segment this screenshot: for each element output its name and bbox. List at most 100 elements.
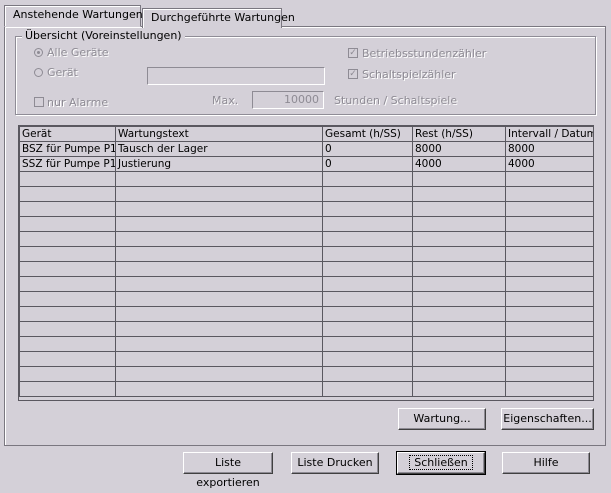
table-cell-empty [19,186,116,202]
table-cell-empty [115,261,323,277]
col-header-interval[interactable]: Intervall / Datum [505,126,593,142]
print-list-button[interactable]: Liste Drucken [291,452,379,474]
table-cell-empty [115,201,323,217]
export-list-button[interactable]: Liste exportieren [183,452,273,489]
table-cell-empty [322,381,413,397]
tab-durchgefuehrte-wartungen[interactable]: Durchgeführte Wartungen [142,8,295,28]
operating-hours-checkbox[interactable]: ✓ [348,48,358,58]
max-input[interactable]: 10000 [252,91,324,109]
table-cell-empty [19,261,116,277]
table-cell: 0 [322,141,413,157]
table-cell-empty [505,291,593,307]
table-row-empty[interactable] [19,366,593,382]
table-cell-empty [19,246,116,262]
table-row-empty[interactable] [19,261,593,277]
table-cell-empty [115,231,323,247]
maintenance-button[interactable]: Wartung... [398,408,486,430]
table-cell: 4000 [505,156,593,172]
table-row-empty[interactable] [19,201,593,217]
switching-cycles-checkbox[interactable]: ✓ [348,69,358,79]
table-row-empty[interactable] [19,291,593,307]
table-cell-empty [115,246,323,262]
unit-label: Stunden / Schaltspiele [334,94,458,107]
table-cell-empty [115,306,323,322]
maintenance-grid[interactable]: Gerät Wartungstext Gesamt (h/SS) Rest (h… [18,125,594,401]
table-cell-empty [412,366,506,382]
device-field[interactable] [147,67,325,85]
table-cell-empty [115,336,323,352]
max-label: Max. [212,94,239,107]
table-row-empty[interactable] [19,231,593,247]
table-body: BSZ für Pumpe P18 Tausch der Lager 0 800… [19,141,593,397]
table-cell-empty [412,336,506,352]
table-row-empty[interactable] [19,306,593,322]
table-row-empty[interactable] [19,336,593,352]
table-header-row: Gerät Wartungstext Gesamt (h/SS) Rest (h… [19,126,593,142]
table-cell-empty [505,186,593,202]
table-cell-empty [505,246,593,262]
table-row-empty[interactable] [19,216,593,232]
table-cell-empty [412,321,506,337]
table-cell-empty [505,351,593,367]
table-cell-empty [505,171,593,187]
table-row[interactable]: BSZ für Pumpe P18 Tausch der Lager 0 800… [19,141,593,157]
table-cell-empty [412,231,506,247]
table-cell-empty [505,276,593,292]
table-cell-empty [412,306,506,322]
table-cell-empty [322,246,413,262]
col-header-text[interactable]: Wartungstext [115,126,323,142]
table-cell-empty [19,201,116,217]
table-cell-empty [412,201,506,217]
table-cell-empty [322,201,413,217]
help-button[interactable]: Hilfe [502,452,590,474]
close-button[interactable]: Schließen [396,451,486,475]
table-cell-empty [115,276,323,292]
table-cell-empty [19,366,116,382]
table-cell-empty [19,381,116,397]
table-cell-empty [19,321,116,337]
radio-all-devices[interactable] [34,48,43,57]
table-cell-empty [322,321,413,337]
table-cell: 4000 [412,156,506,172]
table-row-empty[interactable] [19,246,593,262]
table-row-empty[interactable] [19,321,593,337]
col-header-total[interactable]: Gesamt (h/SS) [322,126,413,142]
table-row[interactable]: SSZ für Pumpe P18 Justierung 0 4000 4000 [19,156,593,172]
table-cell-empty [19,231,116,247]
radio-all-devices-label: Alle Geräte [47,46,109,59]
table-cell-empty [322,231,413,247]
table-cell-empty [115,216,323,232]
table-cell-empty [19,351,116,367]
table-cell-empty [505,381,593,397]
table-row-empty[interactable] [19,351,593,367]
table-cell-empty [19,171,116,187]
properties-button[interactable]: Eigenschaften... [501,408,594,430]
table-cell-empty [322,336,413,352]
overview-legend: Übersicht (Voreinstellungen) [22,29,185,43]
switching-cycles-label: Schaltspielzähler [362,68,456,81]
col-header-device[interactable]: Gerät [19,126,116,142]
table-row-empty[interactable] [19,276,593,292]
operating-hours-label: Betriebsstundenzähler [362,47,487,60]
tab-anstehende-wartungen[interactable]: Anstehende Wartungen [4,5,143,27]
table-cell: Tausch der Lager [115,141,323,157]
table-cell-empty [505,336,593,352]
table-cell-empty [322,351,413,367]
only-alarms-checkbox[interactable] [34,97,44,107]
table-cell-empty [505,216,593,232]
table-cell-empty [322,171,413,187]
col-header-rest[interactable]: Rest (h/SS) [412,126,506,142]
table-cell-empty [19,216,116,232]
table-cell-empty [412,246,506,262]
radio-device-label: Gerät [47,66,78,79]
radio-device[interactable] [34,68,43,77]
table-row-empty[interactable] [19,381,593,397]
table-cell-empty [412,276,506,292]
table-cell-empty [322,291,413,307]
table-cell-empty [505,201,593,217]
table-row-empty[interactable] [19,186,593,202]
table-cell-empty [505,261,593,277]
table-cell-empty [115,171,323,187]
table-cell-empty [412,171,506,187]
table-row-empty[interactable] [19,171,593,187]
